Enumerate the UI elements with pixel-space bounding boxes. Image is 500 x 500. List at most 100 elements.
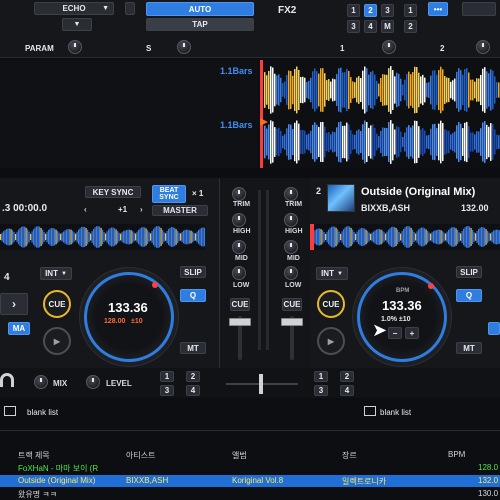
low-knob-right[interactable] [284,266,298,280]
trim-knob-right[interactable] [284,187,298,201]
grid-right-4[interactable]: 4 [340,385,354,396]
col-album[interactable]: 앨범 [232,450,247,461]
chevron-down-icon: ▼ [60,270,67,277]
param-knob-4[interactable] [476,40,490,54]
fx-slot-b4[interactable]: 4 [364,20,377,33]
mixer-cue-label-right: CUE [283,300,301,309]
high-knob-left[interactable] [232,213,246,227]
table-row[interactable]: FoXHaN - 마마 보이 (R 128.0 [0,463,500,473]
col-bpm[interactable]: BPM [448,450,465,459]
mid-knob-right[interactable] [284,240,298,254]
trim-knob-left[interactable] [232,187,246,201]
param-knob-2[interactable] [177,40,191,54]
fx-slot-2[interactable]: 2 [364,4,377,17]
mt-button-left[interactable]: MT [180,342,206,354]
fx-slot-b3[interactable]: 3 [347,20,360,33]
jog-wheel-left[interactable] [84,272,174,362]
grid-right-2[interactable]: 2 [340,371,354,382]
fx-slot-3[interactable]: 3 [381,4,394,17]
slip-button-right[interactable]: SLIP [456,266,482,278]
channel-fader-right[interactable] [281,318,303,326]
mix-knob[interactable] [34,375,48,389]
col-genre[interactable]: 장르 [342,450,357,461]
blank-list-right[interactable]: blank list [380,408,411,417]
beat-sync-button[interactable]: BEAT SYNC [152,185,186,203]
pitch-minus-button[interactable]: − [388,327,402,339]
cue-button-left[interactable]: CUE [43,290,71,318]
extra-slot-2[interactable]: 2 [404,20,417,33]
more-button[interactable]: ••• [428,2,448,16]
ma-label: MA [12,324,26,333]
bpm-original-left: 128.00 [104,318,126,325]
cue-button-right[interactable]: CUE [317,290,345,318]
extra-slot-2-label: 2 [408,22,413,31]
left-overview-waveform[interactable] [0,224,205,250]
minus-label: − [392,328,398,338]
mid-knob-left[interactable] [232,240,246,254]
auto-button[interactable]: AUTO [146,2,254,16]
col-artist[interactable]: 아티스트 [126,450,155,461]
play-button-right[interactable]: ▶ [317,327,345,355]
left-down-arrow[interactable]: ▼ [62,18,92,31]
pitch-plus-button[interactable]: + [405,327,419,339]
param-label: PARAM [25,44,54,53]
left-nav-button[interactable]: › [0,293,28,315]
cue-label-left: CUE [48,299,66,309]
grid-left-2[interactable]: 2 [186,371,200,382]
blank-list-left[interactable]: blank list [27,408,58,417]
channel-fader-left[interactable] [229,318,251,326]
extra-slot-1[interactable]: 1 [404,4,417,17]
param-knob-3[interactable] [382,40,396,54]
int-button-right[interactable]: INT ▼ [316,267,348,280]
echo-select[interactable]: ECHO ▼ [34,2,114,15]
slip-button-left[interactable]: SLIP [180,266,206,278]
high-knob-right[interactable] [284,213,298,227]
crossfader[interactable] [259,374,263,394]
grid-right-1-label: 1 [318,372,324,381]
grid-right-3[interactable]: 3 [314,385,328,396]
quantize-button-left[interactable]: Q [180,289,206,302]
fx-slot-bm[interactable]: M [381,20,394,33]
key-sync-label: KEY SYNC [92,187,134,197]
chevron-right-icon[interactable]: › [140,205,143,214]
waveform-display[interactable] [258,60,500,168]
tempo-multiplier: × 1 [192,189,204,198]
fx-slot-1-label: 1 [351,6,356,15]
deck-number-right: 2 [316,186,322,196]
master-button[interactable]: MASTER [152,205,208,216]
cue-channel-right[interactable]: CUE [282,298,302,311]
quantize-button-right[interactable]: Q [456,289,482,302]
play-button-left[interactable]: ▶ [43,327,71,355]
mt-button-right[interactable]: MT [456,342,482,354]
level-knob[interactable] [86,375,100,389]
table-row[interactable]: 왔유명 ㅋㅋ 130.0 [0,489,500,499]
right-fx-button[interactable] [462,2,496,16]
row-genre: 일렉트로니카 [342,477,387,486]
low-knob-left[interactable] [232,266,246,280]
mix-label: MIX [53,379,68,388]
right-edge-button[interactable] [488,322,500,335]
grid-right-1[interactable]: 1 [314,371,328,382]
fx-slot-1[interactable]: 1 [347,4,360,17]
tap-button[interactable]: TAP [146,18,254,31]
grid-left-3[interactable]: 3 [160,385,174,396]
ma-button[interactable]: MA [8,322,30,335]
grid-left-4[interactable]: 4 [186,385,200,396]
chevron-down-icon: ▼ [102,5,109,12]
param-right-1: 1 [340,44,345,53]
int-button[interactable]: INT ▼ [40,267,72,280]
table-row-selected[interactable]: Outside (Original Mix) BIXXB,ASH Korigin… [0,475,500,487]
col-title[interactable]: 트랙 제목 [18,450,50,461]
right-overview-waveform[interactable] [310,224,500,250]
key-sync-button[interactable]: KEY SYNC [85,186,141,198]
cue-channel-left[interactable]: CUE [230,298,250,311]
fx-left-button[interactable] [125,2,135,15]
list-icon-right [364,406,376,416]
chevron-down-icon: ▼ [73,21,81,28]
chevron-left-icon[interactable]: ‹ [84,205,87,214]
grid-left-1[interactable]: 1 [160,371,174,382]
param-knob-1[interactable] [68,40,82,54]
fx-slot-b4-label: 4 [368,22,373,31]
row-artist: BIXXB,ASH [126,476,169,485]
bpm-value-right: 133.36 [382,298,422,313]
